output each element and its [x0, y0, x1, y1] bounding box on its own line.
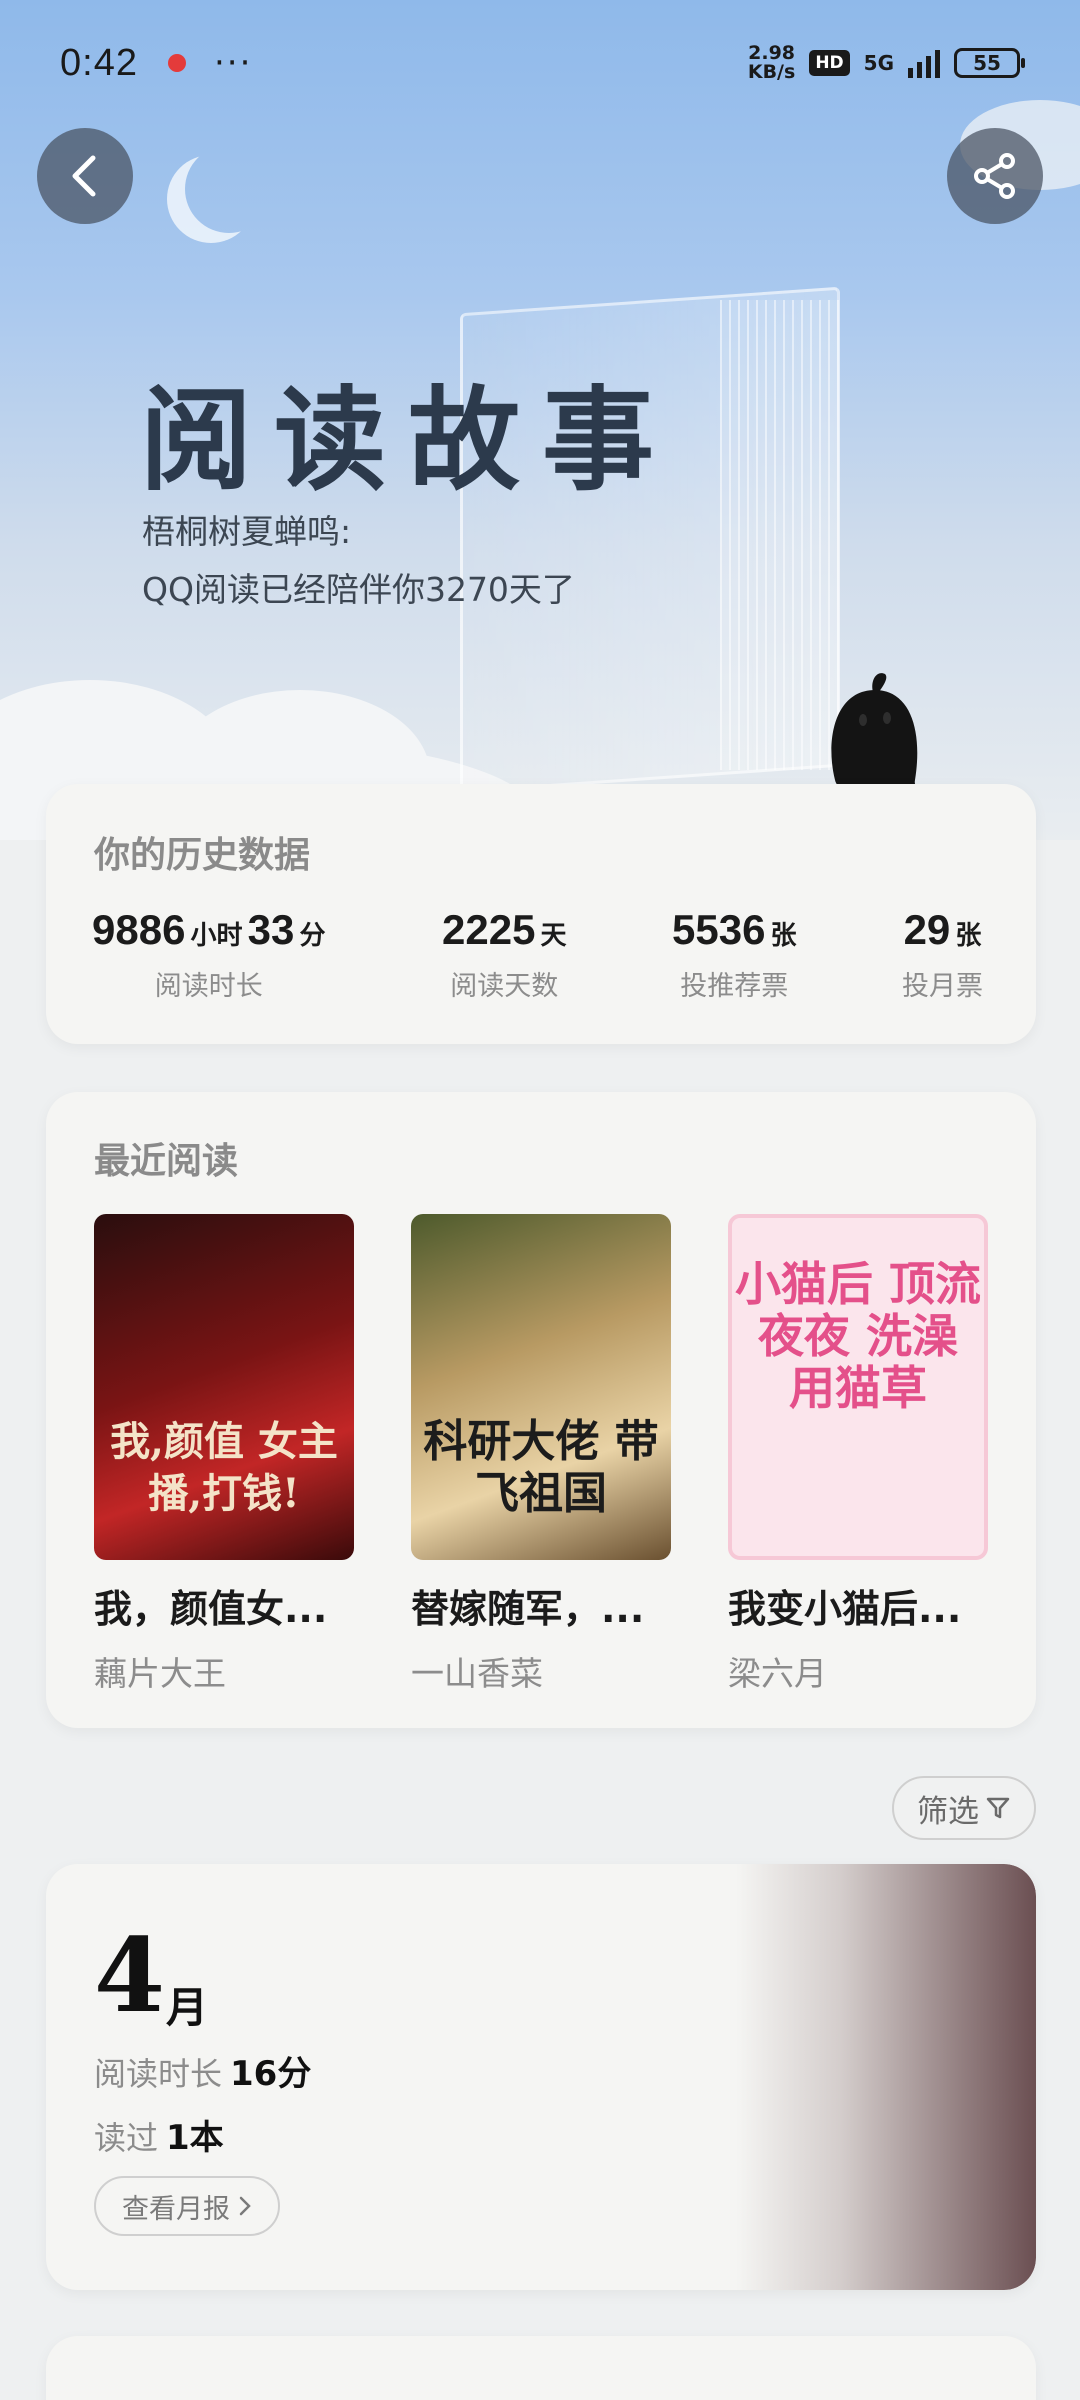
monthly-duration: 阅读时长 16分: [94, 2046, 311, 2095]
reading-hours-value: 9886: [92, 906, 186, 953]
book-title: 我，颜值女...: [94, 1587, 328, 1631]
more-notifications-icon: ···: [213, 43, 253, 83]
book-cover[interactable]: 小猫后 顶流夜夜 洗澡 用猫草: [728, 1214, 988, 1560]
monthly-votes-value: 29: [903, 906, 951, 953]
votes-unit: 张: [955, 921, 982, 951]
votes-unit: 张: [770, 921, 797, 951]
minutes-unit: 分: [299, 921, 326, 951]
page-title: 阅读故事: [140, 375, 676, 506]
book-cover[interactable]: 我,颜值 女主播,打钱!: [94, 1214, 354, 1560]
status-bar: 0:42 ··· 2.98 KB/s HD 5G 55: [0, 0, 1080, 126]
book-title: 替嫁随军，...: [411, 1587, 645, 1631]
book-item[interactable]: 小猫后 顶流夜夜 洗澡 用猫草 我变小猫后... 梁六月: [728, 1214, 988, 1695]
chevron-left-icon: [72, 155, 96, 197]
reading-time-label: 阅读时长: [154, 971, 263, 1002]
recommend-votes-value: 5536: [672, 906, 766, 953]
recommend-votes-label: 投推荐票: [680, 971, 789, 1002]
recording-icon: [167, 54, 186, 72]
month-book-cover: [736, 1864, 1036, 2290]
view-monthly-report-button[interactable]: 查看月报: [94, 2176, 280, 2236]
stat-monthly-votes: 29 张 投月票: [902, 906, 983, 1003]
share-button[interactable]: [947, 128, 1043, 224]
history-title: 你的历史数据: [94, 835, 311, 876]
book-author: 藕片大王: [94, 1654, 226, 1693]
duration-label: 阅读时长: [94, 2055, 223, 2093]
book-author: 梁六月: [728, 1654, 827, 1693]
recent-reading-card: 最近阅读 我,颜值 女主播,打钱! 我，颜值女... 藕片大王 科研大佬 带飞祖…: [46, 1092, 1036, 1728]
book-title: 我变小猫后...: [728, 1587, 962, 1631]
duration-value: 16分: [230, 2054, 312, 2094]
next-month-card[interactable]: [46, 2336, 1036, 2400]
hd-icon: HD: [809, 50, 850, 76]
battery-icon: 55: [954, 48, 1025, 78]
month-unit: 月: [166, 1983, 209, 2032]
stat-reading-time: 9886 小时 33 分 阅读时长: [92, 906, 325, 1003]
share-icon: [974, 153, 1015, 199]
book-author: 一山香菜: [411, 1654, 543, 1693]
month-number: 4: [94, 1916, 165, 2036]
cover-title-text: 科研大佬 带飞祖国: [423, 1416, 659, 1519]
monthly-card[interactable]: 4 月 阅读时长 16分 读过 1本 查看月报: [46, 1864, 1036, 2290]
history-data-card: 你的历史数据 9886 小时 33 分 阅读时长 2225 天 阅读天数 553…: [46, 784, 1036, 1044]
greeting-line: 梧桐树夏蝉鸣:: [142, 512, 352, 551]
moon-icon: [185, 145, 273, 233]
book-item[interactable]: 我,颜值 女主播,打钱! 我，颜值女... 藕片大王: [94, 1214, 354, 1695]
reading-days-label: 阅读天数: [450, 971, 559, 1002]
monthly-books-read: 读过 1本: [94, 2110, 224, 2159]
cover-title-text: 小猫后 顶流夜夜 洗澡 用猫草: [734, 1257, 981, 1415]
companion-days-line: QQ阅读已经陪伴你3270天了: [142, 570, 575, 609]
books-read-label: 读过: [94, 2119, 159, 2157]
filter-label: 筛选: [917, 1793, 979, 1830]
days-unit: 天: [540, 921, 567, 951]
recent-title: 最近阅读: [94, 1141, 239, 1182]
monthly-votes-label: 投月票: [902, 971, 983, 1002]
book-item[interactable]: 科研大佬 带飞祖国 替嫁随军，... 一山香菜: [411, 1214, 671, 1695]
filter-icon: [986, 1797, 1010, 1819]
cover-title-text: 我,颜值 女主播,打钱!: [110, 1418, 338, 1517]
network-speed: 2.98 KB/s: [748, 44, 795, 82]
penguin-mascot-icon: [827, 673, 927, 798]
signal-icon: [908, 48, 940, 78]
reading-minutes-value: 33: [247, 906, 295, 953]
stat-reading-days: 2225 天 阅读天数: [442, 906, 567, 1003]
network-type: 5G: [863, 51, 894, 75]
stat-recommend-votes: 5536 张 投推荐票: [672, 906, 797, 1003]
filter-button[interactable]: 筛选: [892, 1776, 1036, 1840]
report-button-label: 查看月报: [122, 2193, 230, 2225]
reading-days-value: 2225: [442, 906, 536, 953]
book-cover[interactable]: 科研大佬 带飞祖国: [411, 1214, 671, 1560]
status-time: 0:42: [60, 41, 138, 84]
hours-unit: 小时: [190, 921, 243, 951]
back-button[interactable]: [37, 128, 133, 224]
network-speed-unit: KB/s: [747, 61, 796, 83]
books-read-value: 1本: [166, 2118, 224, 2158]
chevron-right-icon: [239, 2196, 251, 2216]
